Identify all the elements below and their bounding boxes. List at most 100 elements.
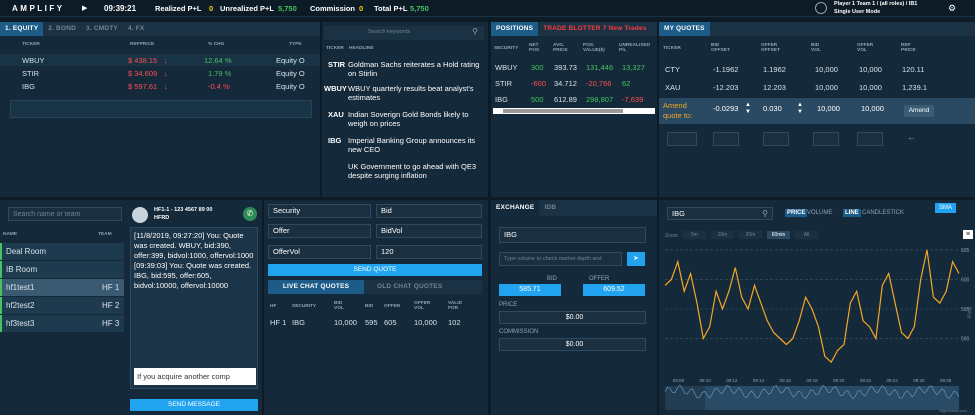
offer-offset: 1.1962	[763, 65, 786, 74]
bid-field[interactable]: Bid	[376, 204, 482, 218]
col-offer-vol: OFFER VOL	[414, 301, 431, 311]
equity-input-bar[interactable]	[10, 100, 312, 118]
table-row[interactable]: CTY -1.1962 1.1962 10,000 10,000 120.11	[659, 63, 975, 77]
new-quote-bid-offset[interactable]	[713, 132, 739, 146]
chat-contact[interactable]: hf2test2 HF 2	[0, 297, 124, 314]
amend-bid-vol[interactable]: 10,000	[813, 103, 845, 117]
news-ticker: XAU	[328, 110, 344, 119]
horizontal-scrollbar[interactable]	[493, 108, 655, 114]
new-quote-offer-offset[interactable]	[763, 132, 789, 146]
commission-display: $0.00	[499, 338, 646, 351]
contact-name: IB Room	[6, 265, 38, 274]
news-search-input[interactable]: Search keywords	[368, 29, 410, 35]
volume-input[interactable]: Type volume to check market depth and	[499, 252, 622, 266]
chat-contact[interactable]: Deal Room	[0, 243, 124, 260]
offervol-field[interactable]: OfferVol	[268, 245, 371, 259]
play-icon: ▶	[82, 5, 88, 12]
search-icon[interactable]: ⚲	[472, 27, 478, 36]
security: STIR	[495, 79, 513, 88]
tab-trade-blotter[interactable]: TRADE BLOTTER 7 New Trades	[538, 22, 651, 36]
down-arrow-icon: ↓	[164, 82, 168, 91]
amend-offer-vol[interactable]: 10,000	[857, 103, 889, 117]
refprice: $ 597.61	[128, 82, 158, 91]
tab-idb[interactable]: IDB	[539, 200, 561, 216]
table-row[interactable]: STIR $ 34.609 ↓ 1.79 % Equity O	[0, 67, 320, 79]
exchange-security-field[interactable]: IBG	[499, 227, 646, 243]
security: IBG	[495, 95, 508, 104]
amend-button[interactable]: Amend	[904, 105, 934, 117]
tab-cmdty[interactable]: 3. CMDTY	[81, 22, 123, 36]
chat-contact[interactable]: hf1test1 HF 1	[0, 279, 124, 296]
news-search[interactable]: Search keywords ⚲	[324, 26, 484, 40]
type: Equity O	[276, 69, 305, 78]
amend-bid-offset[interactable]: -0.0293	[709, 103, 747, 117]
amend-row: Amend quote to: -0.0293 ▲ ▼ 0.030 ▲ ▼ 10,0…	[659, 98, 975, 124]
news-ticker: IBG	[328, 136, 342, 145]
table-row[interactable]: WBUY $ 438.15 ↓ 12.64 % Equity O	[0, 54, 320, 66]
avg-price: 393.73	[554, 63, 577, 72]
scrollbar-thumb[interactable]	[503, 109, 623, 113]
send-quote-button[interactable]: SEND QUOTE	[268, 264, 482, 276]
offervol-value[interactable]: 120	[376, 245, 482, 259]
quotes-tabs: MY QUOTES	[659, 22, 975, 36]
chat-search-input[interactable]: Search name or team	[8, 207, 122, 221]
arrow-left-icon[interactable]: ←	[907, 132, 916, 142]
new-quote-ticker[interactable]	[667, 132, 697, 146]
table-row[interactable]: STIR -600 34.712 -20,766 62	[491, 77, 657, 89]
volume-input-placeholder: Type volume to check market depth and	[504, 256, 602, 262]
table-row[interactable]: WBUY 300 393.73 131,446 13,327	[491, 61, 657, 73]
news-ticker: STIR	[328, 60, 346, 69]
stepper-icon[interactable]: ▲ ▼	[745, 102, 751, 116]
news-item[interactable]: WBUY WBUY quarterly results beat analyst…	[322, 82, 488, 106]
table-row[interactable]: HF 1 IBG 10,000 595 605 10,000 102	[264, 316, 488, 328]
security-field[interactable]: Security	[268, 204, 371, 218]
table-row[interactable]: XAU -12.203 12.203 10,000 10,000 1,239.1	[659, 81, 975, 95]
down-arrow-icon: ↓	[164, 69, 168, 78]
col-name: NAME	[3, 232, 18, 237]
amend-offer-offset[interactable]: 0.030	[759, 103, 797, 117]
tab-live-chat-quotes[interactable]: LIVE CHAT QUOTES	[268, 280, 364, 294]
news-item[interactable]: IBG Imperial Banking Group announces its…	[322, 134, 488, 158]
gear-icon[interactable]: ⚙	[948, 3, 956, 14]
tab-equity[interactable]: 1. EQUITY	[0, 22, 44, 36]
new-quote-offer-vol[interactable]	[857, 132, 883, 146]
pct-change: 12.64 %	[204, 56, 232, 65]
offer-price-button[interactable]: 609.52	[583, 284, 645, 296]
phone-icon[interactable]: ✆	[243, 207, 257, 221]
news-item[interactable]: UK Government to go ahead with QE3 despi…	[322, 160, 488, 184]
tab-exchange[interactable]: EXCHANGE	[491, 200, 540, 216]
table-row[interactable]: IBG $ 597.61 ↓ -0.4 % Equity O	[0, 80, 320, 92]
chat-contact[interactable]: hf3test3 HF 3	[0, 315, 124, 332]
news-item[interactable]: STIR Goldman Sachs reiterates a Hold rat…	[322, 58, 488, 82]
tab-bond[interactable]: 2. BOND	[43, 22, 81, 36]
tab-my-quotes[interactable]: MY QUOTES	[659, 22, 710, 36]
new-quote-bid-vol[interactable]	[813, 132, 839, 146]
chat-contact[interactable]: IB Room	[0, 261, 124, 278]
highcharts-credit: Highcharts.com	[939, 408, 967, 413]
y-tick-label: 605	[961, 248, 970, 254]
unrealised: 13,327	[622, 63, 645, 72]
chat-message-input[interactable]: If you acquire another comp	[134, 368, 256, 385]
offer-field[interactable]: Offer	[268, 224, 371, 238]
tab-old-chat-quotes[interactable]: OLD CHAT QUOTES	[372, 280, 447, 294]
tab-positions[interactable]: POSITIONS	[491, 22, 539, 36]
col-offer-vol: OFFER VOL	[857, 43, 874, 53]
col-bid-vol: BID VOL	[334, 301, 344, 311]
send-arrow-button[interactable]: ➤	[627, 252, 645, 266]
chat-phone: HF1-1 - 123 4567 89 00	[154, 207, 213, 213]
user-icon[interactable]	[815, 2, 827, 14]
col-ref-price: REF PRICE	[901, 43, 916, 53]
unrealised: -7,639	[622, 95, 644, 104]
x-tick-label: 09:12	[726, 378, 738, 383]
table-row[interactable]: IBG 500 612.89 298,807 -7,639	[491, 93, 657, 105]
tab-fx[interactable]: 4. FX	[123, 22, 150, 36]
col-ticker: TICKER	[663, 46, 681, 51]
stepper-icon[interactable]: ▲ ▼	[797, 102, 803, 116]
bidvol-field[interactable]: BidVol	[376, 224, 482, 238]
offer-vol: 10,000	[414, 318, 437, 327]
bid-price-button[interactable]: 585.71	[499, 284, 561, 296]
amend-bid-offset-value: -0.0293	[713, 104, 739, 113]
news-item[interactable]: XAU Indian Soverign Gold Bonds likely to…	[322, 108, 488, 132]
send-message-button[interactable]: SEND MESSAGE	[130, 399, 258, 411]
top-bar: AMPLIFY ▶ 09:39:21 Realized P+L 0 Unreal…	[0, 0, 975, 17]
